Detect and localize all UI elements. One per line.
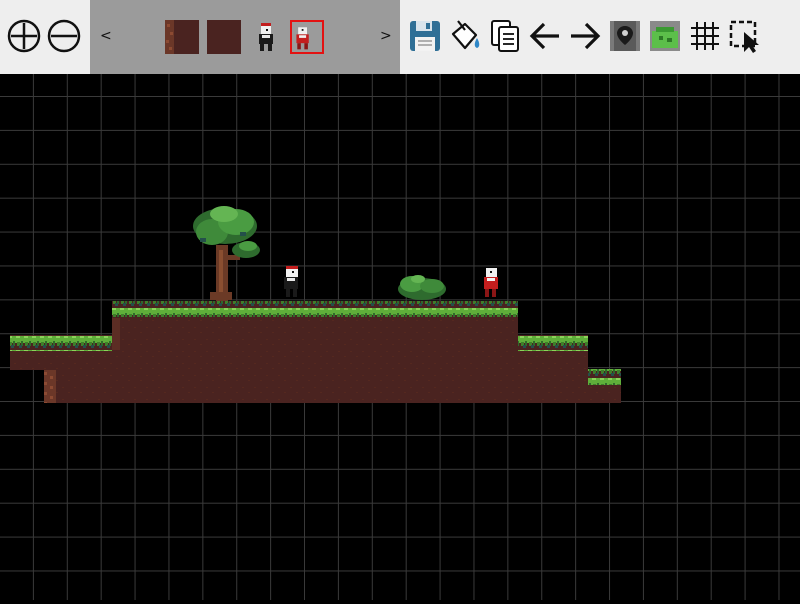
background-icon [650, 21, 680, 51]
save-button[interactable] [407, 18, 443, 54]
grid-toggle-button[interactable] [687, 18, 723, 54]
copy-icon [491, 20, 519, 52]
npc-red-character-icon [296, 27, 309, 50]
palette-item-dirt-edge[interactable] [165, 20, 199, 54]
palette-item-npc-dark[interactable] [249, 20, 283, 54]
redo-button[interactable] [567, 18, 603, 54]
save-icon [410, 21, 440, 51]
select-button[interactable] [727, 18, 763, 54]
fill-bucket-icon [451, 20, 480, 50]
zoom-out-icon [47, 19, 81, 53]
spawn-point-icon [610, 21, 640, 51]
zoom-out-button[interactable] [46, 18, 82, 54]
palette-prev-button[interactable]: < [100, 28, 112, 44]
dirt-edge-tile-icon [165, 20, 199, 54]
spawn-point-button[interactable] [607, 18, 643, 54]
undo-button[interactable] [527, 18, 563, 54]
level-canvas[interactable] [0, 74, 800, 600]
toolbar: < > [0, 0, 800, 74]
fill-bucket-button[interactable] [447, 18, 483, 54]
palette-item-npc-red[interactable] [290, 20, 324, 54]
palette-next-button[interactable]: > [380, 28, 392, 44]
select-icon [729, 20, 759, 53]
zoom-in-icon [7, 19, 41, 53]
grid-icon [691, 22, 719, 50]
palette-item-dirt[interactable] [207, 20, 241, 54]
dirt-tile-icon [207, 20, 241, 54]
arrow-right-icon [571, 22, 601, 50]
zoom-in-button[interactable] [6, 18, 42, 54]
background-button[interactable] [647, 18, 683, 54]
tile-palette: < > [90, 0, 400, 74]
npc-dark-character-icon [259, 23, 273, 51]
arrow-left-icon [529, 22, 559, 50]
copy-button[interactable] [487, 18, 523, 54]
